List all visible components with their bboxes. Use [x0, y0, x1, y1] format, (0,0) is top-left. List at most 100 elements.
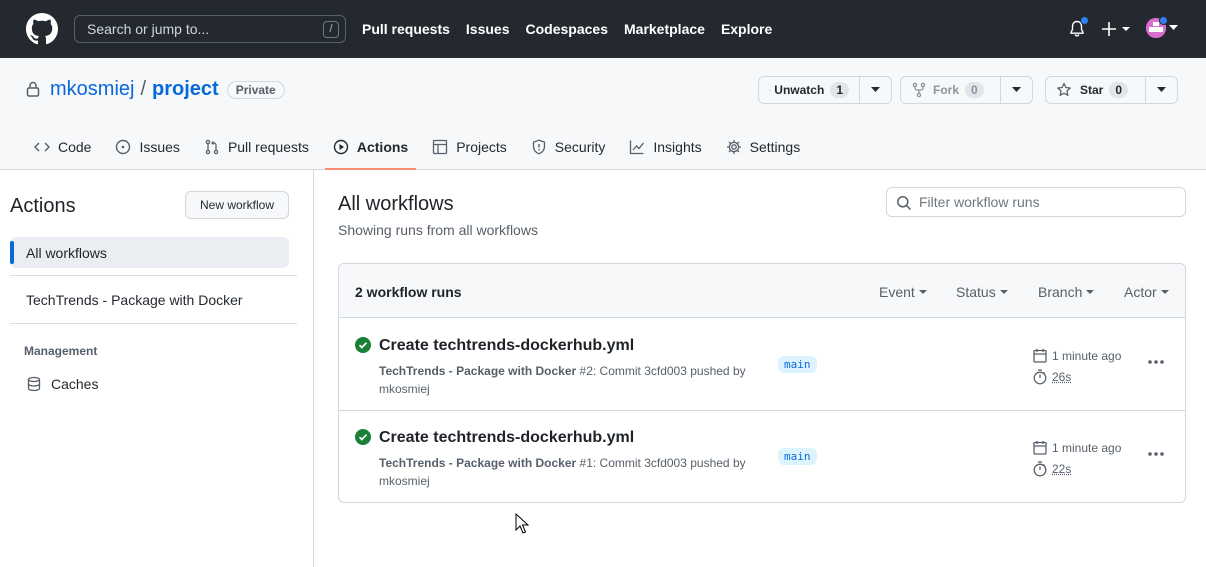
branch-filter-dropdown[interactable]: Branch — [1038, 284, 1095, 300]
search-icon — [897, 196, 912, 211]
sidebar-item-workflow[interactable]: TechTrends - Package with Docker — [26, 292, 243, 308]
notification-indicator — [1080, 16, 1089, 25]
tab-projects[interactable]: Projects — [432, 133, 507, 161]
workflow-run-row[interactable]: Create techtrends-dockerhub.yml TechTren… — [339, 411, 1185, 502]
tab-insights[interactable]: Insights — [629, 133, 702, 161]
sidebar-divider — [10, 323, 297, 324]
tab-code-label: Code — [58, 139, 92, 155]
search-placeholder: Search or jump to... — [87, 21, 210, 37]
branch-badge[interactable]: main — [778, 356, 817, 373]
github-logo-icon[interactable] — [26, 13, 58, 45]
event-filter-dropdown[interactable]: Event — [879, 284, 927, 300]
stopwatch-icon — [1033, 369, 1047, 385]
run-title-link[interactable]: Create techtrends-dockerhub.yml — [379, 337, 634, 355]
avatar-caret-icon[interactable] — [1169, 25, 1178, 31]
caret-down-icon — [1160, 290, 1169, 294]
sidebar-item-caches[interactable]: Caches — [26, 376, 98, 392]
nav-pull-requests[interactable]: Pull requests — [362, 21, 450, 37]
sidebar-management-heading: Management — [24, 344, 98, 358]
tab-code[interactable]: Code — [34, 133, 91, 161]
repo-owner-link[interactable]: mkosmiej — [50, 78, 134, 101]
tab-actions[interactable]: Actions — [324, 133, 417, 170]
workflow-run-row[interactable]: Create techtrends-dockerhub.yml TechTren… — [339, 319, 1185, 411]
kebab-menu-icon[interactable] — [1147, 359, 1165, 365]
nav-codespaces[interactable]: Codespaces — [526, 21, 608, 37]
star-button[interactable]: Star 0 — [1046, 77, 1145, 103]
run-duration-text: 26s — [1052, 370, 1072, 384]
stopwatch-icon — [1033, 461, 1047, 477]
pull-request-icon — [205, 139, 219, 155]
run-time-text: 1 minute ago — [1052, 440, 1122, 455]
status-filter-label: Status — [956, 284, 996, 300]
repo-tabs: Code Issues Pull requests Actions Projec… — [34, 133, 824, 170]
tab-insights-label: Insights — [653, 139, 702, 155]
table-icon — [433, 139, 448, 155]
run-actor: mkosmiej — [379, 382, 430, 396]
caret-down-icon — [999, 290, 1008, 294]
fork-button[interactable]: Fork 0 — [901, 77, 1000, 103]
tab-pull-requests[interactable]: Pull requests — [204, 133, 309, 161]
caches-label: Caches — [51, 376, 99, 392]
graph-icon — [630, 140, 645, 155]
workflow-runs-list: 2 workflow runs Event Status Branch Acto… — [338, 263, 1186, 503]
run-meta: TechTrends - Package with Docker #1: Com… — [379, 454, 749, 490]
nav-marketplace[interactable]: Marketplace — [624, 21, 705, 37]
unwatch-label: Unwatch — [774, 83, 825, 97]
star-label: Star — [1080, 83, 1104, 97]
code-icon — [34, 142, 50, 152]
sidebar-title: Actions — [10, 195, 76, 217]
repo-path-separator: / — [140, 78, 147, 100]
page-subtitle: Showing runs from all workflows — [338, 222, 538, 238]
kebab-menu-icon[interactable] — [1147, 451, 1165, 457]
nav-explore[interactable]: Explore — [721, 21, 772, 37]
new-workflow-button[interactable]: New workflow — [185, 191, 289, 219]
calendar-icon — [1033, 441, 1047, 455]
create-new-plus-icon[interactable] — [1102, 20, 1132, 38]
tab-security[interactable]: Security — [531, 133, 605, 161]
unwatch-button[interactable]: Unwatch 1 — [759, 77, 859, 103]
runs-count: 2 workflow runs — [355, 284, 462, 300]
watch-options-dropdown[interactable] — [859, 77, 891, 103]
status-filter-dropdown[interactable]: Status — [956, 284, 1008, 300]
run-title-link[interactable]: Create techtrends-dockerhub.yml — [379, 429, 634, 447]
tab-issues-label: Issues — [139, 139, 180, 155]
watch-button-group: Unwatch 1 — [758, 76, 892, 104]
tab-pull-requests-label: Pull requests — [227, 139, 309, 155]
nav-issues[interactable]: Issues — [466, 21, 510, 37]
filter-workflow-runs-input[interactable]: Filter workflow runs — [886, 187, 1186, 217]
global-nav: Pull requests Issues Codespaces Marketpl… — [362, 0, 788, 58]
fork-count: 0 — [965, 82, 984, 98]
run-duration: 22s — [1033, 461, 1071, 477]
repo-name-link[interactable]: project — [152, 78, 219, 101]
repo-header: mkosmiej / project Private Unwatch 1 For… — [0, 58, 1206, 170]
star-lists-dropdown[interactable] — [1145, 77, 1177, 103]
fork-options-dropdown[interactable] — [1000, 77, 1032, 103]
sidebar-item-all-workflows[interactable]: All workflows — [10, 237, 289, 268]
global-search-input[interactable]: Search or jump to... / — [74, 15, 346, 43]
watch-count: 1 — [830, 82, 849, 98]
visibility-badge: Private — [226, 80, 285, 99]
run-actor: mkosmiej — [379, 474, 430, 488]
runs-list-header: 2 workflow runs Event Status Branch Acto… — [339, 264, 1185, 318]
tab-projects-label: Projects — [456, 139, 507, 155]
shield-icon — [532, 139, 545, 155]
avatar-status-indicator — [1159, 16, 1168, 25]
branch-filter-label: Branch — [1038, 284, 1083, 300]
tab-settings[interactable]: Settings — [726, 133, 800, 161]
run-meta: TechTrends - Package with Docker #2: Com… — [379, 362, 749, 398]
tab-issues[interactable]: Issues — [115, 133, 180, 161]
run-meta-detail: #1: Commit 3cfd003 pushed by — [576, 456, 746, 470]
caret-down-icon — [1157, 87, 1166, 92]
fork-label: Fork — [933, 83, 960, 97]
run-duration-text: 22s — [1052, 462, 1072, 476]
caret-down-icon — [1086, 290, 1095, 294]
star-count: 0 — [1109, 82, 1129, 98]
run-duration: 26s — [1033, 369, 1071, 385]
global-header: Search or jump to... / Pull requests Iss… — [0, 0, 1206, 58]
branch-badge[interactable]: main — [778, 448, 817, 465]
fork-icon — [912, 82, 926, 98]
database-icon — [27, 376, 41, 392]
actor-filter-dropdown[interactable]: Actor — [1124, 284, 1169, 300]
run-workflow-name: TechTrends - Package with Docker — [379, 456, 577, 470]
search-shortcut-key: / — [323, 21, 339, 38]
